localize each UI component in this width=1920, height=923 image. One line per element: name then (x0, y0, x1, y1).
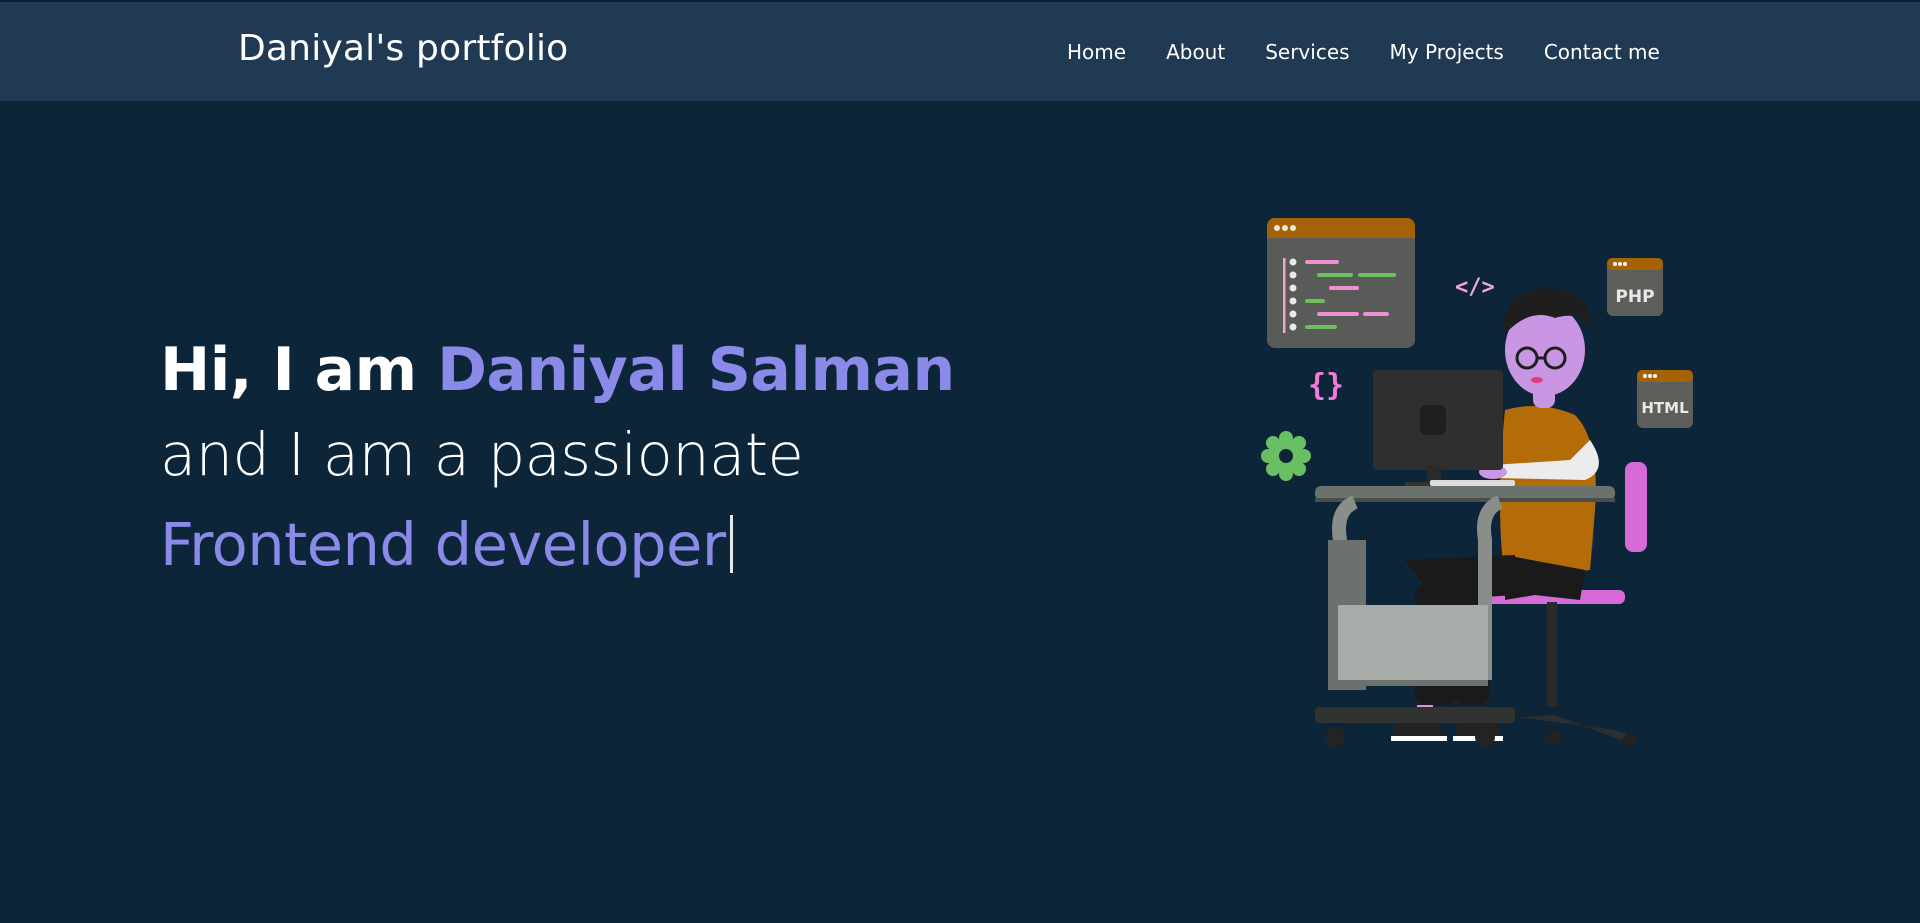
curly-braces-icon: {} (1308, 368, 1344, 403)
nav-my-projects[interactable]: My Projects (1390, 40, 1504, 64)
nav-about[interactable]: About (1166, 40, 1225, 64)
hero-role-text: Frontend developer (160, 510, 726, 579)
code-tag-icon: </> (1455, 275, 1495, 300)
nav-services[interactable]: Services (1265, 40, 1349, 64)
hero-name: Daniyal Salman (437, 335, 955, 405)
html-badge-icon: HTML (1637, 370, 1693, 428)
php-badge-icon: PHP (1607, 258, 1663, 316)
html-label: HTML (1641, 399, 1689, 417)
php-label: PHP (1615, 287, 1654, 307)
nav-contact-me[interactable]: Contact me (1544, 40, 1660, 64)
hero-text: Hi, I am Daniyal Salman and I am a passi… (160, 330, 955, 590)
developer-illustration: </> PHP HTML {} (1261, 218, 1693, 747)
hero-heading: Hi, I am Daniyal Salman (160, 330, 955, 410)
typing-cursor (729, 515, 733, 573)
code-window-icon (1267, 218, 1415, 348)
gear-icon (1261, 431, 1311, 481)
navbar: Daniyal's portfolio Home About Services … (0, 2, 1920, 101)
hero-greeting: Hi, I am (160, 335, 417, 405)
keyboard (1430, 480, 1515, 486)
brand-logo[interactable]: Daniyal's portfolio (238, 28, 568, 69)
hero-role: Frontend developer (160, 500, 955, 590)
hero-subheading: and I am a passionate (160, 420, 804, 489)
nav-links: Home About Services My Projects Contact … (1067, 40, 1660, 64)
computer-monitor (1373, 370, 1503, 487)
nav-home[interactable]: Home (1067, 40, 1126, 64)
